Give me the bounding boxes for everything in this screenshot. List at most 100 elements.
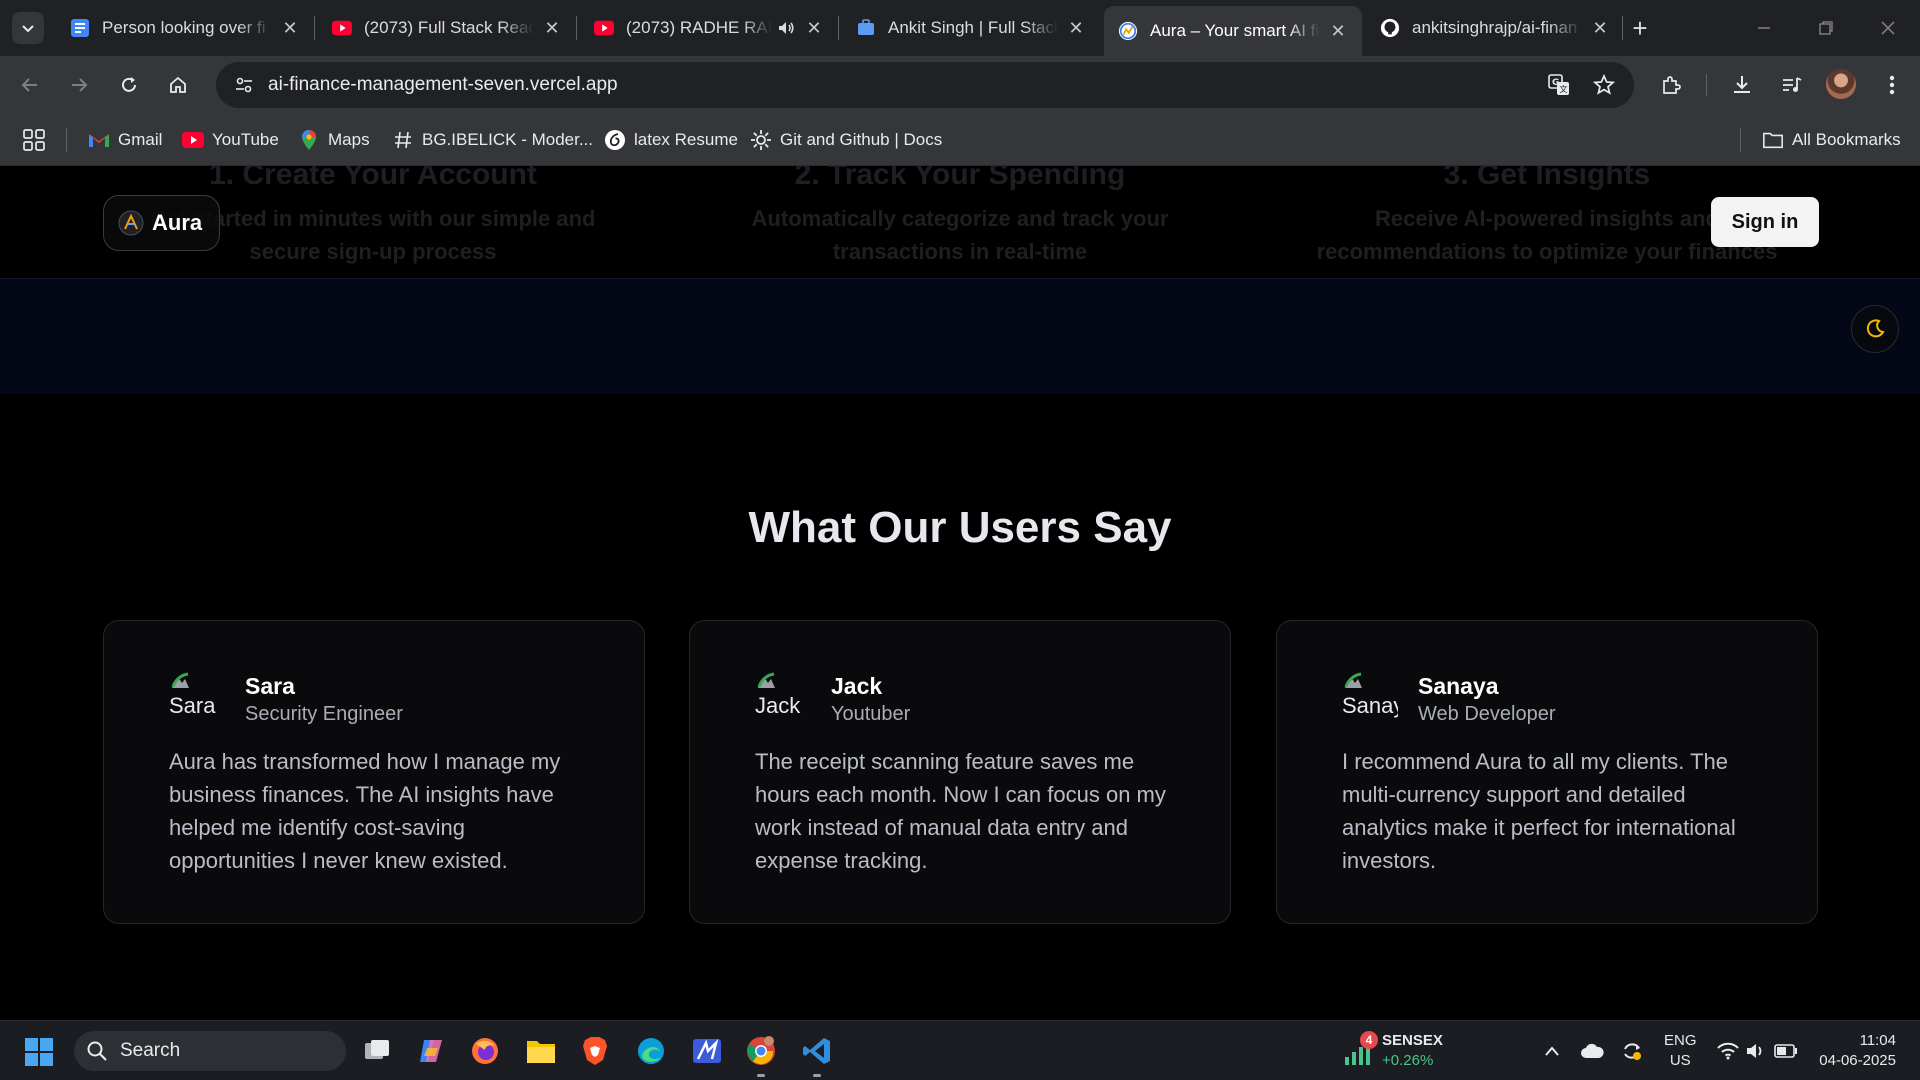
sign-in-button[interactable]: Sign in — [1711, 197, 1819, 247]
brave-icon[interactable] — [578, 1034, 612, 1068]
new-tab-button[interactable]: + — [1624, 12, 1656, 44]
close-icon[interactable]: ✕ — [542, 18, 562, 38]
media-control-icon[interactable] — [1776, 69, 1808, 101]
doc-icon — [70, 18, 90, 38]
region-code: US — [1669, 1052, 1691, 1069]
running-indicator — [813, 1074, 821, 1077]
address-bar[interactable]: ai-finance-management-seven.vercel.app G… — [216, 62, 1634, 108]
windows-start-icon[interactable] — [24, 1037, 54, 1067]
tab-github-repo[interactable]: ankitsinghrajp/ai-finan ✕ — [1366, 6, 1624, 50]
tab-person-looking[interactable]: Person looking over fi ✕ — [56, 6, 314, 50]
stock-change: +0.26% — [1382, 1052, 1434, 1069]
hash-icon — [392, 129, 414, 151]
logo-link[interactable]: Aura — [103, 195, 220, 251]
all-bookmarks-button[interactable]: All Bookmarks — [1762, 127, 1901, 153]
notification-badge: 4 — [1360, 1031, 1378, 1049]
onedrive-cloud-icon[interactable] — [1578, 1037, 1606, 1065]
broken-image-icon — [1344, 672, 1362, 688]
tab-radhe-radhe[interactable]: (2073) RADHE RADHE ✕ — [580, 6, 838, 50]
extensions-icon[interactable] — [1656, 69, 1688, 101]
tab-title: Ankit Singh | Full Stack — [888, 18, 1058, 37]
maps-icon — [298, 129, 320, 151]
taskbar-search-box[interactable]: Search — [74, 1031, 346, 1071]
folder-icon — [1762, 129, 1784, 151]
tab-aura[interactable]: Aura – Your smart AI fi ✕ — [1104, 6, 1362, 56]
site-info-icon[interactable] — [222, 63, 266, 107]
close-icon[interactable]: ✕ — [1066, 18, 1086, 38]
bookmark-bg-ibelick[interactable]: BG.IBELICK - Moder... — [392, 127, 593, 153]
edge-icon[interactable] — [634, 1034, 668, 1068]
bookmark-maps[interactable]: Maps — [298, 127, 370, 153]
language-indicator[interactable]: ENG US — [1664, 1031, 1697, 1071]
tab-ankit-singh[interactable]: Ankit Singh | Full Stack ✕ — [842, 6, 1100, 50]
tab-search-button[interactable] — [12, 12, 44, 44]
close-icon[interactable]: ✕ — [1328, 21, 1348, 41]
bookmark-youtube[interactable]: YouTube — [182, 127, 279, 153]
clock-date: 04-06-2025 — [1819, 1052, 1896, 1069]
download-icon[interactable] — [1726, 69, 1758, 101]
testimonial-role: Youtuber — [831, 703, 911, 725]
bookmark-latex-resume[interactable]: latex Resume — [604, 127, 738, 153]
overleaf-icon — [604, 129, 626, 151]
reload-button[interactable] — [113, 69, 145, 101]
speaker-icon[interactable] — [776, 18, 796, 38]
profile-avatar-icon[interactable] — [1826, 69, 1856, 99]
file-explorer-icon[interactable] — [524, 1034, 558, 1068]
home-button[interactable] — [162, 69, 194, 101]
bookmark-git-github-docs[interactable]: Git and Github | Docs — [750, 127, 942, 153]
testimonial-quote: Aura has transformed how I manage my bus… — [169, 749, 561, 873]
chevron-up-icon[interactable] — [1538, 1037, 1566, 1065]
battery-icon[interactable] — [1772, 1037, 1800, 1065]
gmail-icon — [88, 129, 110, 151]
toolbar-separator — [1706, 74, 1707, 96]
sync-icon[interactable] — [1618, 1037, 1646, 1065]
reload-icon — [122, 77, 136, 92]
site-header: Aura Sign in — [0, 166, 1920, 278]
tab-separator — [314, 16, 315, 40]
close-icon[interactable]: ✕ — [804, 18, 824, 38]
window-close-icon[interactable] — [1868, 10, 1908, 46]
language-code: ENG — [1664, 1032, 1697, 1049]
bookmark-label: latex Resume — [634, 130, 738, 149]
bookmark-separator — [1740, 128, 1741, 152]
translate-icon[interactable]: G文 — [1544, 70, 1574, 100]
apps-grid-icon[interactable] — [22, 128, 46, 152]
arrow-right-icon — [72, 78, 88, 92]
clock-time: 11:04 — [1859, 1032, 1896, 1049]
vscode-icon[interactable] — [800, 1034, 834, 1077]
close-icon[interactable]: ✕ — [1590, 18, 1610, 38]
stock-name: SENSEX — [1382, 1032, 1443, 1049]
forward-button[interactable] — [63, 69, 95, 101]
task-view-icon[interactable] — [360, 1034, 394, 1068]
bookmark-label: Gmail — [118, 130, 163, 149]
system-clock[interactable]: 11:04 04-06-2025 — [1810, 1031, 1896, 1071]
close-icon[interactable]: ✕ — [280, 18, 300, 38]
bookmark-gmail[interactable]: Gmail — [88, 127, 162, 153]
testimonial-card: Sara Sara Security Engineer Aura has tra… — [103, 620, 645, 924]
testimonial-name: Sanaya — [1418, 673, 1499, 699]
broken-image-icon — [171, 672, 189, 688]
copilot-icon[interactable] — [414, 1034, 448, 1068]
broken-image-icon — [757, 672, 775, 688]
wifi-icon[interactable] — [1714, 1037, 1742, 1065]
testimonial-name: Jack — [831, 673, 883, 699]
url-text[interactable]: ai-finance-management-seven.vercel.app — [268, 74, 618, 96]
volume-icon[interactable] — [1742, 1037, 1770, 1065]
home-icon — [170, 76, 186, 93]
testimonial-role: Web Developer — [1418, 703, 1556, 725]
minimize-icon[interactable] — [1744, 10, 1784, 46]
avatar-alt-text: Jack — [755, 693, 801, 718]
windows-taskbar: Search 4 SENSEX +0.26% ENG US 11:04 04-0… — [0, 1020, 1920, 1080]
remote-app-icon[interactable] — [690, 1034, 724, 1068]
theme-toggle-button[interactable] — [1851, 305, 1899, 353]
restore-icon[interactable] — [1806, 10, 1846, 46]
youtube-icon — [332, 18, 352, 38]
back-button[interactable] — [14, 69, 46, 101]
chrome-icon[interactable] — [744, 1034, 778, 1077]
firefox-icon[interactable] — [468, 1034, 502, 1068]
bookmark-label: Git and Github | Docs — [780, 130, 943, 149]
menu-dots-icon[interactable] — [1876, 69, 1908, 101]
star-icon[interactable] — [1589, 70, 1619, 100]
testimonial-card: Jack Jack Youtuber The receipt scanning … — [689, 620, 1231, 924]
tab-full-stack-react[interactable]: (2073) Full Stack React ✕ — [318, 6, 576, 50]
